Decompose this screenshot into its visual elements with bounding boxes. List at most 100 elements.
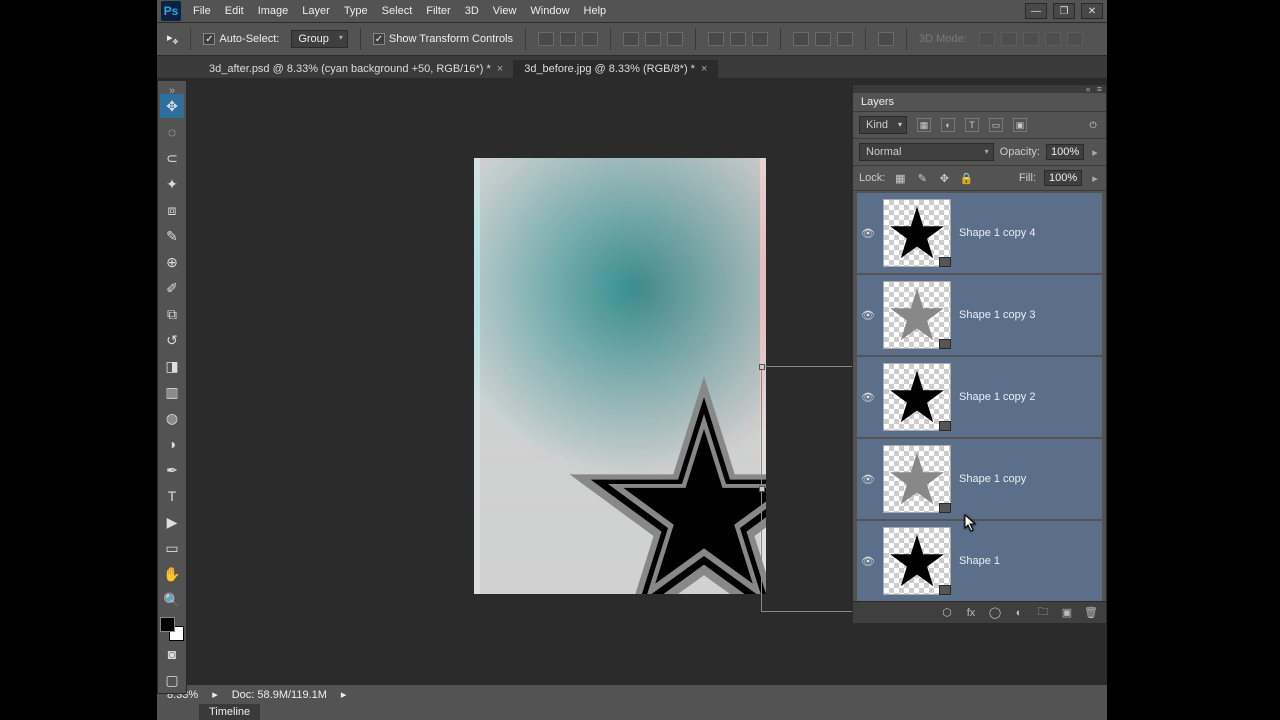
hand-tool[interactable]: ✋	[160, 562, 184, 586]
layer-thumbnail[interactable]	[883, 527, 951, 595]
opacity-flyout-icon[interactable]: ▸	[1090, 146, 1100, 159]
toolbar-grip-icon[interactable]: »	[158, 85, 186, 93]
dodge-tool[interactable]: ◑	[160, 432, 184, 456]
menu-layer[interactable]: Layer	[302, 5, 330, 17]
menu-help[interactable]: Help	[584, 5, 607, 17]
filter-smart-icon[interactable]: ▣	[1013, 118, 1027, 132]
maximize-button[interactable]: ❐	[1053, 3, 1075, 19]
visibility-eye-icon[interactable]: 👁	[861, 472, 875, 486]
layer-thumbnail[interactable]	[883, 363, 951, 431]
crop-tool[interactable]: ⧈	[160, 198, 184, 222]
show-transform-checkbox[interactable]: Show Transform Controls	[373, 33, 513, 45]
filter-kind-dropdown[interactable]: Kind▾	[859, 116, 907, 134]
layer-row[interactable]: 👁 Shape 1 copy 2	[857, 357, 1102, 437]
layer-row[interactable]: 👁 Shape 1 copy	[857, 439, 1102, 519]
distribute-vcenter-icon[interactable]	[730, 32, 746, 46]
layer-name[interactable]: Shape 1 copy 2	[959, 391, 1035, 403]
menu-view[interactable]: View	[493, 5, 517, 17]
type-tool[interactable]: T	[160, 484, 184, 508]
distribute-left-icon[interactable]	[793, 32, 809, 46]
layer-fx-icon[interactable]: fx	[964, 607, 978, 619]
document-tab[interactable]: 3d_after.psd @ 8.33% (cyan background +5…	[199, 60, 514, 78]
layer-row[interactable]: 👁 Shape 1 copy 4	[857, 193, 1102, 273]
filter-adjust-icon[interactable]: ◐	[941, 118, 955, 132]
layer-thumbnail[interactable]	[883, 281, 951, 349]
marquee-tool[interactable]: ◌	[160, 120, 184, 144]
auto-select-checkbox[interactable]: Auto-Select:	[203, 33, 279, 45]
eraser-tool[interactable]: ◨	[160, 354, 184, 378]
layer-name[interactable]: Shape 1	[959, 555, 1000, 567]
timeline-tab[interactable]: Timeline	[199, 704, 260, 720]
lasso-tool[interactable]: ⊂	[160, 146, 184, 170]
layer-name[interactable]: Shape 1 copy 3	[959, 309, 1035, 321]
filter-pixel-icon[interactable]: ▦	[917, 118, 931, 132]
menu-file[interactable]: File	[193, 5, 211, 17]
distribute-right-icon[interactable]	[837, 32, 853, 46]
pen-tool[interactable]: ✒	[160, 458, 184, 482]
distribute-hcenter-icon[interactable]	[815, 32, 831, 46]
align-left-icon[interactable]	[623, 32, 639, 46]
menu-type[interactable]: Type	[344, 5, 368, 17]
layer-thumbnail[interactable]	[883, 199, 951, 267]
blend-mode-dropdown[interactable]: Normal	[859, 143, 994, 161]
new-group-icon[interactable]: 🗀	[1036, 607, 1050, 619]
doc-info-flyout-icon[interactable]: ▸	[341, 688, 347, 701]
document-canvas[interactable]	[474, 158, 766, 594]
transform-handle[interactable]	[759, 486, 765, 492]
quick-mask-icon[interactable]: ◙	[160, 642, 184, 666]
lock-all-icon[interactable]: 🔒	[959, 171, 973, 185]
close-tab-icon[interactable]: ×	[701, 63, 707, 75]
visibility-eye-icon[interactable]: 👁	[861, 390, 875, 404]
align-vcenter-icon[interactable]	[560, 32, 576, 46]
transform-handle[interactable]	[759, 364, 765, 370]
filter-type-icon[interactable]: T	[965, 118, 979, 132]
align-top-icon[interactable]	[538, 32, 554, 46]
layer-mask-icon[interactable]: ◯	[988, 607, 1002, 619]
distribute-top-icon[interactable]	[708, 32, 724, 46]
align-bottom-icon[interactable]	[582, 32, 598, 46]
healing-tool[interactable]: ⊕	[160, 250, 184, 274]
document-tab[interactable]: 3d_before.jpg @ 8.33% (RGB/8*) *×	[514, 60, 718, 78]
link-layers-icon[interactable]: ⬡	[940, 607, 954, 619]
path-select-tool[interactable]: ▶	[160, 510, 184, 534]
visibility-eye-icon[interactable]: 👁	[861, 554, 875, 568]
layer-row[interactable]: 👁 Shape 1	[857, 521, 1102, 601]
history-brush-tool[interactable]: ↺	[160, 328, 184, 352]
fill-flyout-icon[interactable]: ▸	[1090, 172, 1100, 185]
blur-tool[interactable]: ◍	[160, 406, 184, 430]
menu-image[interactable]: Image	[258, 5, 289, 17]
color-swatches[interactable]	[160, 617, 184, 641]
layer-name[interactable]: Shape 1 copy 4	[959, 227, 1035, 239]
canvas-area[interactable]: ✦ «≡ Layers Kind▾ ▦ ◐ T ▭ ▣ ⏻ Normal	[157, 78, 1107, 684]
auto-align-layers-icon[interactable]	[878, 32, 894, 46]
distribute-bottom-icon[interactable]	[752, 32, 768, 46]
fill-input[interactable]: 100%	[1044, 170, 1082, 186]
align-right-icon[interactable]	[667, 32, 683, 46]
lock-pixels-icon[interactable]: ✎	[915, 171, 929, 185]
layers-list[interactable]: 👁 Shape 1 copy 4 👁 Shape 1 copy 3 👁 Shape 1 c…	[853, 191, 1106, 601]
lock-position-icon[interactable]: ✥	[937, 171, 951, 185]
visibility-eye-icon[interactable]: 👁	[861, 226, 875, 240]
menu-filter[interactable]: Filter	[426, 5, 450, 17]
brush-tool[interactable]: ✐	[160, 276, 184, 300]
filter-shape-icon[interactable]: ▭	[989, 118, 1003, 132]
zoom-flyout-icon[interactable]: ▸	[212, 688, 218, 701]
delete-layer-icon[interactable]: 🗑	[1084, 607, 1098, 619]
foreground-color-swatch[interactable]	[160, 617, 175, 632]
layer-name[interactable]: Shape 1 copy	[959, 473, 1026, 485]
menu-3d[interactable]: 3D	[465, 5, 479, 17]
adjustment-layer-icon[interactable]: ◐	[1012, 607, 1026, 619]
menu-edit[interactable]: Edit	[225, 5, 244, 17]
visibility-eye-icon[interactable]: 👁	[861, 308, 875, 322]
zoom-tool[interactable]: 🔍	[160, 588, 184, 612]
auto-select-dropdown[interactable]: Group	[291, 30, 348, 48]
filter-toggle-icon[interactable]: ⏻	[1086, 118, 1100, 132]
lock-transparency-icon[interactable]: ▦	[893, 171, 907, 185]
opacity-input[interactable]: 100%	[1046, 144, 1084, 160]
menu-select[interactable]: Select	[382, 5, 413, 17]
close-tab-icon[interactable]: ×	[497, 63, 503, 75]
move-tool[interactable]: ✥	[160, 94, 184, 118]
shape-tool[interactable]: ▭	[160, 536, 184, 560]
layer-row[interactable]: 👁 Shape 1 copy 3	[857, 275, 1102, 355]
screen-mode-icon[interactable]: ▢	[160, 668, 184, 692]
